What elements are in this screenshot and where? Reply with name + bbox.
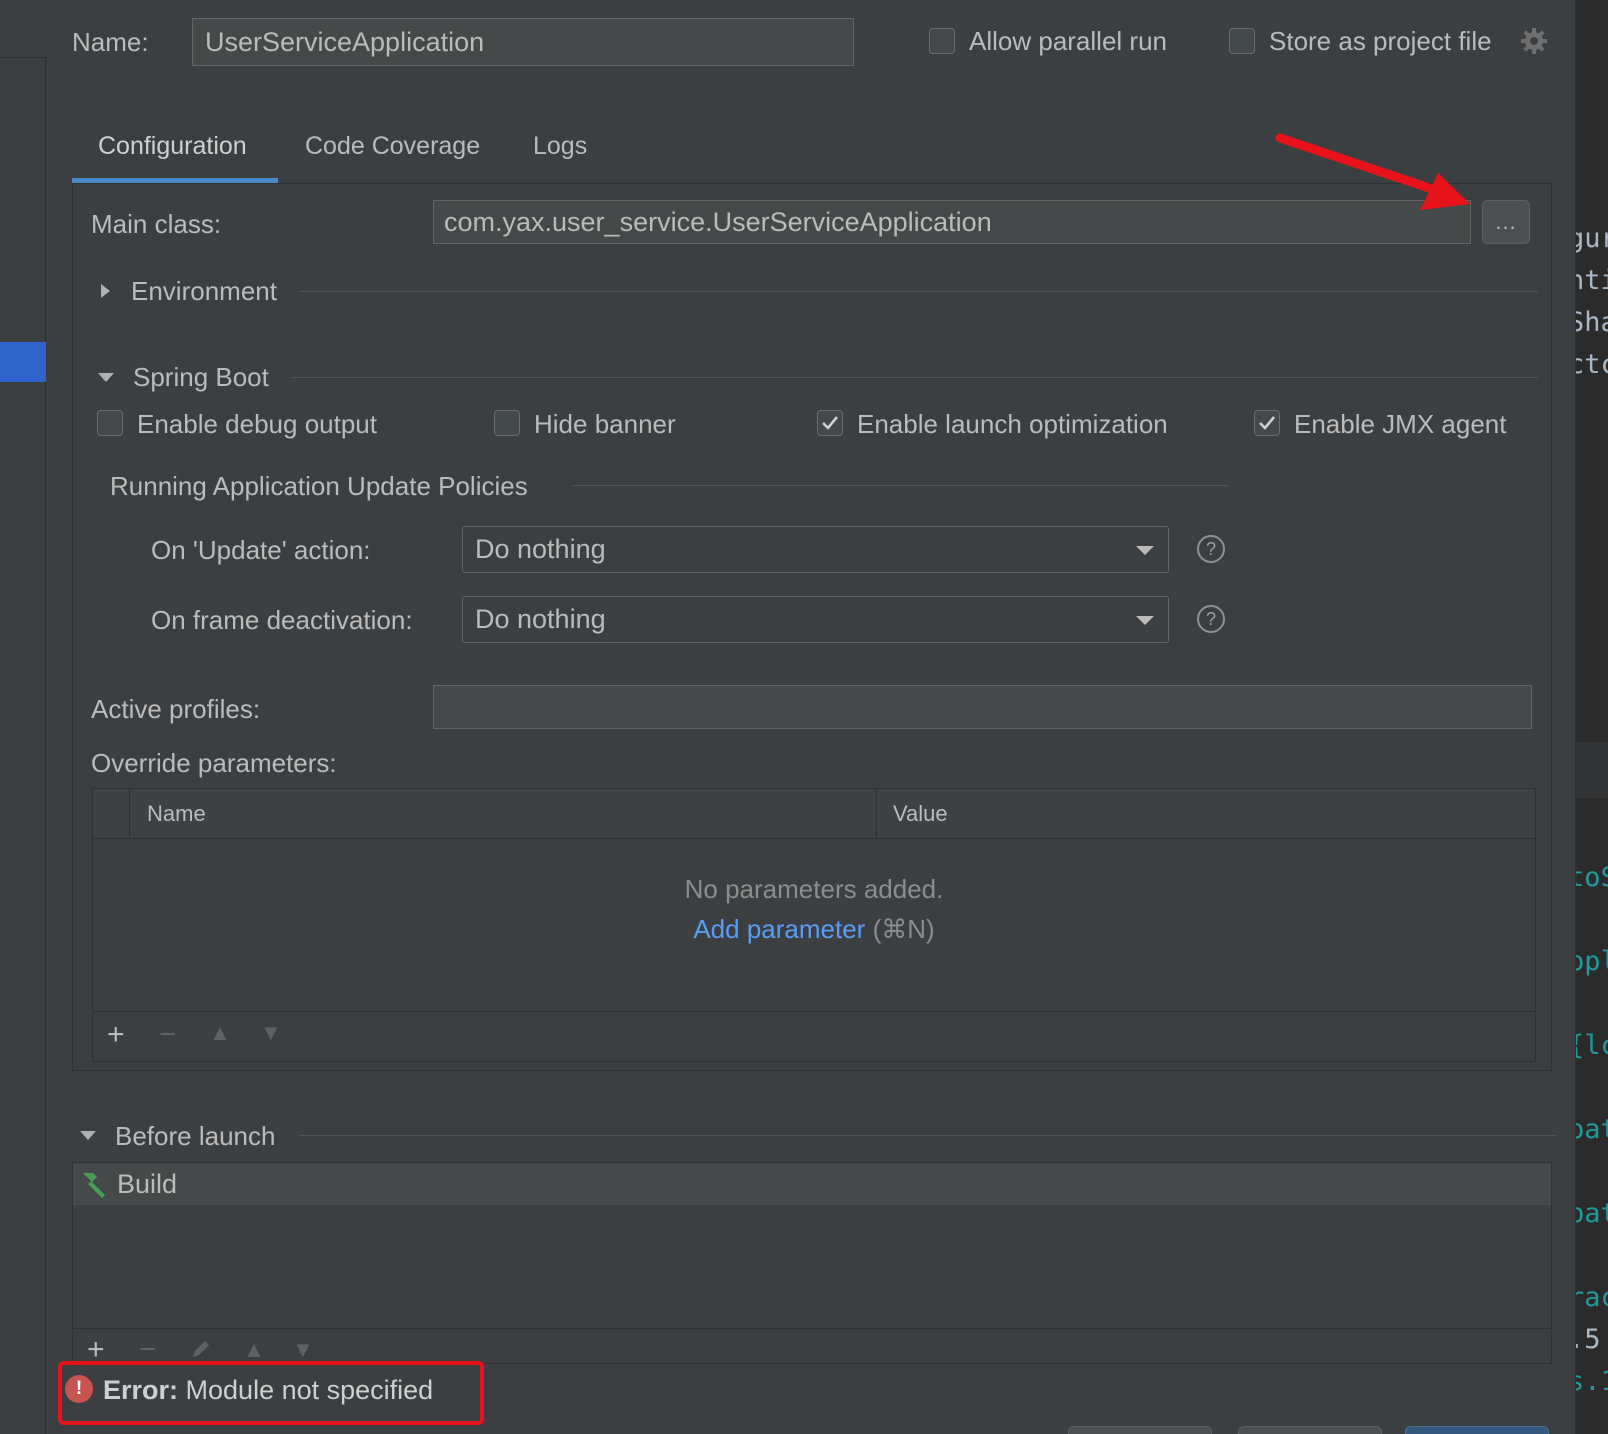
error-message: Error: Module not specified: [103, 1375, 433, 1406]
column-divider: [876, 789, 877, 839]
store-project-label: Store as project file: [1269, 26, 1492, 56]
checkmark-icon: [822, 416, 839, 430]
environment-divider: [300, 291, 1538, 292]
before-launch-toolbar: + − ▲ ▼: [73, 1328, 1551, 1364]
editor-line: .5: [1576, 1324, 1601, 1355]
remove-icon[interactable]: −: [159, 1018, 177, 1052]
add-parameter-shortcut: (⌘N): [872, 914, 935, 944]
editor-line: gur: [1576, 223, 1608, 254]
list-item[interactable]: Build: [73, 1163, 1551, 1205]
environment-expand-icon[interactable]: [101, 284, 110, 298]
column-header-name[interactable]: Name: [147, 801, 206, 827]
enable-debug-output-label: Enable debug output: [137, 409, 377, 439]
editor-band: [1576, 742, 1608, 798]
annotation-arrow-icon: [1275, 133, 1470, 210]
add-icon[interactable]: +: [107, 1018, 125, 1052]
error-icon: !: [65, 1375, 93, 1403]
chevron-down-icon: [1136, 616, 1154, 625]
spring-boot-divider: [292, 377, 1538, 378]
update-policies-title: Running Application Update Policies: [110, 471, 528, 501]
before-launch-divider: [299, 1135, 1556, 1136]
active-profiles-input[interactable]: [433, 685, 1532, 729]
add-parameter-row: Add parameter (⌘N): [93, 914, 1535, 945]
column-header-value[interactable]: Value: [893, 801, 948, 827]
move-up-icon[interactable]: ▲: [209, 1020, 231, 1046]
on-frame-deactivation-label: On frame deactivation:: [151, 605, 413, 635]
hide-banner-checkbox[interactable]: [494, 410, 520, 436]
editor-line: rac: [1576, 1282, 1608, 1313]
editor-line: nti: [1576, 265, 1608, 296]
enable-jmx-agent-label: Enable JMX agent: [1294, 409, 1507, 439]
browse-main-class-button[interactable]: ...: [1482, 200, 1530, 244]
background-editor: gur nti Sha ctc toS ppl {lc pat pat rac …: [1575, 0, 1608, 1434]
left-sidebar: [0, 0, 46, 1434]
add-icon[interactable]: +: [87, 1333, 105, 1364]
edit-icon[interactable]: [189, 1337, 213, 1361]
before-launch-section-label[interactable]: Before launch: [115, 1121, 275, 1152]
override-parameters-label: Override parameters:: [91, 748, 337, 778]
allow-parallel-checkbox[interactable]: [929, 28, 955, 54]
move-down-icon[interactable]: ▼: [292, 1337, 314, 1363]
dialog-button[interactable]: [1238, 1426, 1382, 1434]
move-down-icon[interactable]: ▼: [260, 1020, 282, 1046]
remove-icon[interactable]: −: [139, 1333, 157, 1364]
build-task-label: Build: [117, 1169, 178, 1199]
tab-logs[interactable]: Logs: [533, 132, 587, 161]
name-input[interactable]: UserServiceApplication: [192, 18, 854, 66]
spring-boot-section-label[interactable]: Spring Boot: [133, 362, 269, 393]
help-icon[interactable]: ?: [1197, 535, 1225, 563]
editor-line: s.1: [1576, 1366, 1608, 1397]
override-parameters-table: Name Value No parameters added. Add para…: [92, 788, 1536, 1062]
on-update-label: On 'Update' action:: [151, 535, 371, 565]
chevron-down-icon: [1136, 546, 1154, 555]
left-sidebar-header: [0, 0, 46, 58]
hide-banner-label: Hide banner: [534, 409, 676, 439]
editor-line: pat: [1576, 1198, 1608, 1229]
enable-jmx-agent-checkbox[interactable]: [1254, 410, 1280, 436]
on-frame-deactivation-select[interactable]: Do nothing: [462, 596, 1169, 643]
update-policies-divider: [573, 485, 1228, 486]
gear-icon[interactable]: [1519, 26, 1549, 56]
error-prefix: Error:: [103, 1375, 179, 1405]
editor-line: {lc: [1576, 1030, 1608, 1061]
hammer-icon: [83, 1173, 105, 1198]
editor-line: pat: [1576, 1114, 1608, 1145]
editor-line: ctc: [1576, 349, 1608, 380]
ok-button[interactable]: [1405, 1426, 1549, 1434]
active-profiles-label: Active profiles:: [91, 694, 261, 724]
editor-line: toS: [1576, 862, 1608, 893]
enable-launch-optimization-checkbox[interactable]: [817, 410, 843, 436]
before-launch-list: Build + − ▲ ▼: [72, 1162, 1552, 1364]
allow-parallel-label: Allow parallel run: [969, 26, 1167, 56]
environment-section-label[interactable]: Environment: [131, 276, 277, 307]
table-header: Name Value: [93, 789, 1535, 839]
column-divider: [129, 789, 130, 839]
help-icon[interactable]: ?: [1197, 605, 1225, 633]
left-sidebar-selected-item[interactable]: [0, 342, 46, 382]
enable-launch-optimization-label: Enable launch optimization: [857, 409, 1168, 439]
on-update-value: Do nothing: [475, 534, 606, 564]
editor-line: Sha: [1576, 307, 1608, 338]
on-frame-deactivation-value: Do nothing: [475, 604, 606, 634]
name-label: Name:: [72, 27, 149, 57]
editor-line: ppl: [1576, 946, 1608, 977]
table-toolbar: + − ▲ ▼: [93, 1011, 1535, 1061]
empty-table-message: No parameters added.: [684, 874, 944, 904]
main-class-label: Main class:: [91, 209, 222, 239]
dialog-button[interactable]: [1068, 1426, 1212, 1434]
error-text: Module not specified: [185, 1375, 434, 1405]
move-up-icon[interactable]: ▲: [243, 1337, 265, 1363]
add-parameter-link[interactable]: Add parameter: [693, 914, 865, 944]
checkmark-icon: [1259, 416, 1276, 430]
on-update-select[interactable]: Do nothing: [462, 526, 1169, 573]
before-launch-collapse-icon[interactable]: [80, 1131, 96, 1140]
store-project-checkbox[interactable]: [1229, 28, 1255, 54]
spring-boot-collapse-icon[interactable]: [98, 373, 114, 382]
enable-debug-output-checkbox[interactable]: [97, 410, 123, 436]
tab-code-coverage[interactable]: Code Coverage: [305, 132, 480, 161]
tab-configuration[interactable]: Configuration: [98, 132, 247, 161]
